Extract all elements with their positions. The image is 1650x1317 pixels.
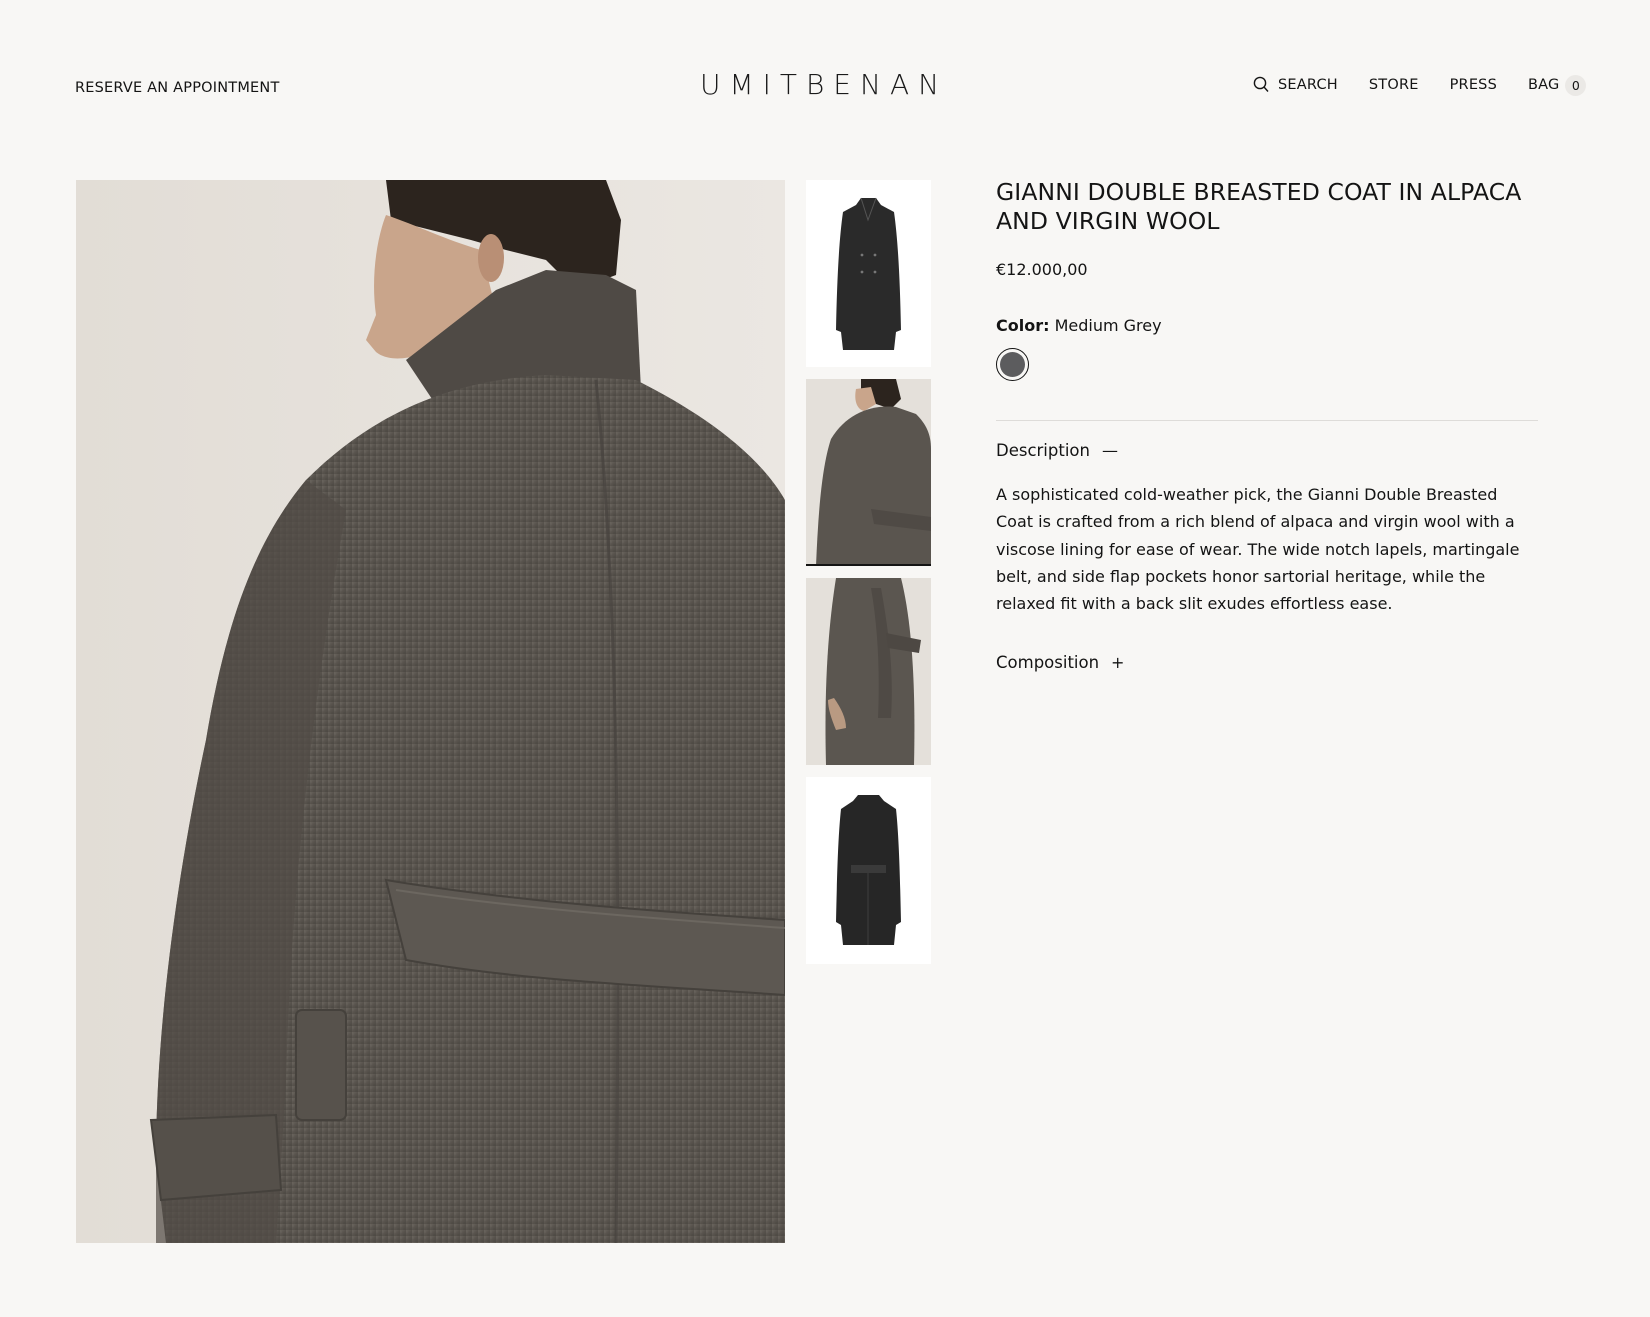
thumbnail-coat-back[interactable] [806, 777, 931, 964]
bag-button[interactable]: BAG 0 [1527, 73, 1587, 96]
description-label: Description [996, 441, 1090, 460]
main-product-image[interactable] [76, 180, 785, 1243]
description-accordion-toggle[interactable]: Description — [996, 441, 1538, 460]
bag-label: BAG [1527, 76, 1560, 93]
thumbnail-strip [806, 180, 931, 976]
swatch-fill [1000, 352, 1025, 377]
search-icon [1253, 76, 1270, 93]
minus-icon: — [1101, 441, 1118, 460]
product-title: GIANNI DOUBLE BREASTED COAT IN ALPACA AN… [996, 178, 1522, 235]
product-page: RESERVE AN APPOINTMENT UMITBENAN SEARCH … [0, 0, 1650, 1317]
thumbnail-model-back[interactable] [806, 379, 931, 566]
plus-icon: + [1111, 653, 1125, 673]
nav-store-link[interactable]: STORE [1369, 77, 1419, 93]
main-nav: SEARCH STORE PRESS BAG 0 [1253, 73, 1587, 96]
color-row: Color: Medium Grey [996, 316, 1538, 335]
color-label: Color: [996, 316, 1050, 335]
site-header: RESERVE AN APPOINTMENT UMITBENAN SEARCH … [0, 0, 1650, 140]
thumbnail-model-side[interactable] [806, 578, 931, 765]
thumbnail-coat-front[interactable] [806, 180, 931, 367]
color-swatch-medium-grey[interactable] [996, 348, 1029, 381]
divider [996, 420, 1538, 421]
nav-press-link[interactable]: PRESS [1450, 77, 1497, 93]
product-price: €12.000,00 [996, 260, 1088, 279]
brand-logo-text[interactable]: UMITBENAN [700, 68, 948, 101]
color-value: Medium Grey [1054, 316, 1162, 335]
bag-count-badge: 0 [1565, 75, 1587, 96]
composition-label: Composition [996, 653, 1100, 673]
search-button[interactable]: SEARCH [1253, 76, 1338, 93]
composition-accordion-toggle[interactable]: Composition + [996, 653, 1538, 672]
search-label: SEARCH [1278, 76, 1338, 93]
product-info: GIANNI DOUBLE BREASTED COAT IN ALPACA AN… [996, 178, 1538, 672]
description-text: A sophisticated cold-weather pick, the G… [996, 485, 1520, 614]
